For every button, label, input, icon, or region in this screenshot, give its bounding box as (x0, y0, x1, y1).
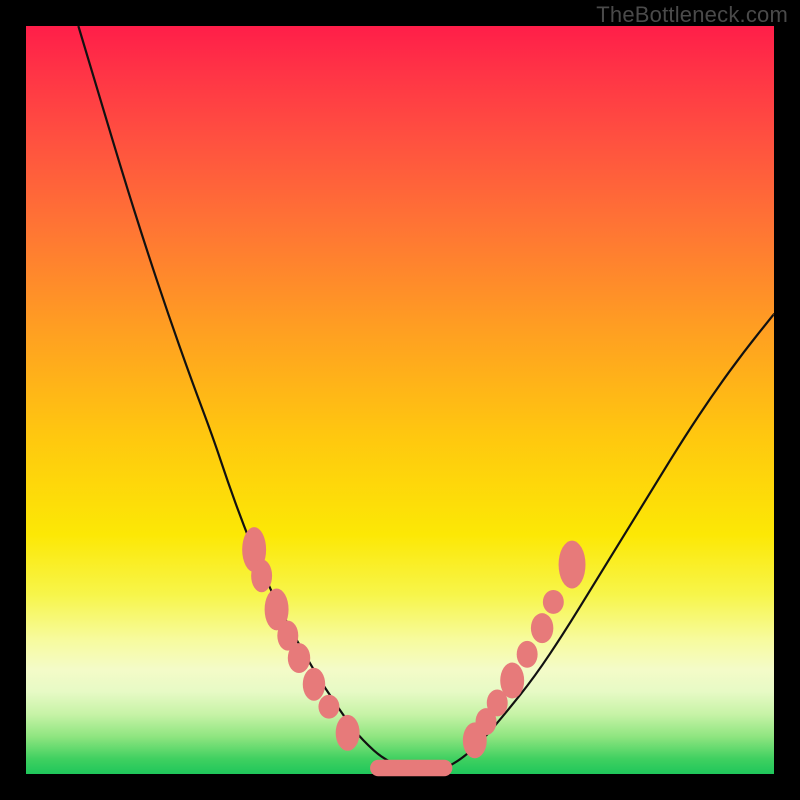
curve-marker (517, 641, 538, 668)
curve-marker (288, 643, 310, 673)
curve-marker (303, 668, 325, 701)
curve-marker (251, 559, 272, 592)
chart-stage: TheBottleneck.com (0, 0, 800, 800)
curve-marker (500, 663, 524, 699)
curve-marker (336, 715, 360, 751)
bottleneck-curve (78, 26, 774, 772)
curve-marker (543, 590, 564, 614)
trough-bar (370, 760, 452, 776)
chart-overlay (26, 26, 774, 774)
curve-marker (531, 613, 553, 643)
curve-marker (318, 695, 339, 719)
curve-marker (559, 541, 586, 589)
plot-area (26, 26, 774, 774)
watermark-text: TheBottleneck.com (596, 2, 788, 28)
curve-markers (242, 527, 585, 758)
